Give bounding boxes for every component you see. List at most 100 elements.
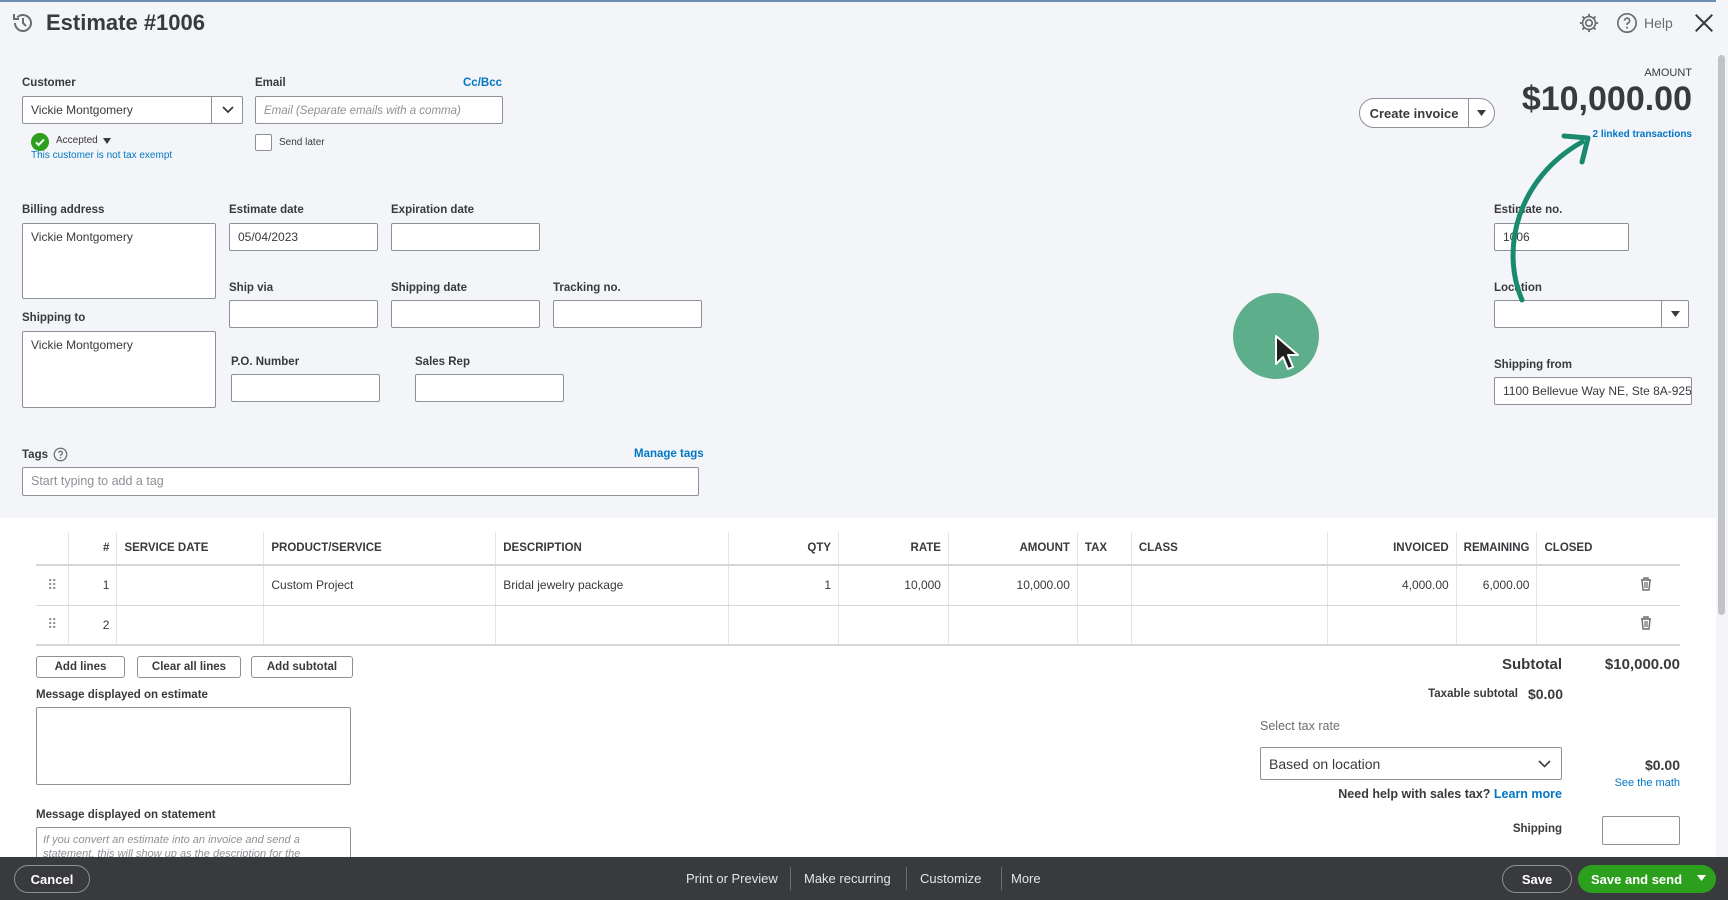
service-date-cell[interactable] (116, 605, 264, 646)
qty-cell[interactable]: 1 (728, 565, 839, 606)
amount-label: AMOUNT (1644, 67, 1692, 79)
drag-handle-icon[interactable]: ⠿ (36, 565, 69, 606)
print-preview-link[interactable]: Print or Preview (686, 857, 778, 900)
caret-down-icon (1477, 110, 1486, 116)
invoiced-cell: 4,000.00 (1326, 565, 1457, 606)
see-the-math-link[interactable]: See the math (1590, 777, 1680, 789)
column-header: QTY (728, 532, 839, 566)
drag-handle-icon[interactable]: ⠿ (36, 605, 69, 646)
status-badge: Accepted (56, 135, 98, 146)
gear-icon[interactable] (1577, 11, 1601, 35)
clear-all-lines-button[interactable]: Clear all lines (137, 656, 241, 678)
shipping-from-value: 1100 Bellevue Way NE, Ste 8A-925 (1503, 384, 1692, 398)
chevron-down-icon[interactable] (213, 98, 242, 122)
qty-cell[interactable] (728, 605, 839, 646)
caret-down-icon (102, 137, 111, 144)
caret-down-icon[interactable] (1662, 302, 1688, 326)
tags-placeholder: Start typing to add a tag (31, 474, 164, 488)
tax-rate-select[interactable]: Based on location (1260, 747, 1562, 780)
estimate-message-label: Message displayed on estimate (36, 689, 208, 701)
add-lines-label: Add lines (54, 661, 107, 673)
description-cell[interactable] (495, 605, 729, 646)
close-icon[interactable] (1692, 11, 1716, 35)
po-number-field[interactable] (231, 374, 380, 402)
trash-icon[interactable] (1611, 565, 1680, 606)
select-tax-rate-label: Select tax rate (1260, 719, 1340, 733)
service-date-cell[interactable] (116, 565, 264, 606)
customize-link[interactable]: Customize (920, 857, 981, 900)
send-later-checkbox[interactable] (255, 134, 272, 151)
amount-cell[interactable]: 10,000.00 (947, 565, 1078, 606)
help-circle-icon[interactable] (53, 447, 68, 462)
customer-value: Vickie Montgomery (31, 103, 133, 117)
shipping-amount-field[interactable] (1602, 816, 1680, 845)
cc-bcc-link[interactable]: Cc/Bcc (463, 77, 502, 89)
customer-select[interactable]: Vickie Montgomery (22, 96, 243, 124)
chevron-down-icon[interactable] (1536, 757, 1552, 771)
billing-address-field[interactable]: Vickie Montgomery (22, 223, 216, 299)
history-icon[interactable] (10, 10, 36, 36)
class-cell[interactable] (1130, 605, 1328, 646)
class-cell[interactable] (1130, 565, 1328, 606)
sales-rep-field[interactable] (415, 374, 564, 402)
create-invoice-button[interactable]: Create invoice (1359, 98, 1469, 128)
tax-cell[interactable] (1076, 605, 1132, 646)
estimate-date-field[interactable]: 05/04/2023 (229, 223, 378, 251)
help-button[interactable]: Help (1616, 11, 1673, 35)
save-button[interactable]: Save (1502, 865, 1572, 893)
taxable-subtotal-value: $0.00 (1527, 686, 1563, 702)
save-label: Save (1521, 871, 1553, 887)
table-row[interactable]: ⠿ 1 Custom Project Bridal jewelry packag… (36, 565, 1680, 606)
annotation-arrow (1510, 133, 1591, 303)
scrollbar-thumb[interactable] (1718, 55, 1725, 615)
page-title: Estimate #1006 (46, 10, 205, 35)
manage-tags-link[interactable]: Manage tags (634, 448, 704, 460)
save-and-send-button[interactable]: Save and send (1578, 865, 1716, 893)
tags-input[interactable]: Start typing to add a tag (22, 467, 699, 496)
location-select[interactable] (1494, 300, 1689, 328)
shipping-date-field[interactable] (391, 300, 540, 328)
shipping-from-field[interactable]: 1100 Bellevue Way NE, Ste 8A-925 (1494, 377, 1692, 405)
closed-cell[interactable] (1536, 565, 1612, 606)
make-recurring-link[interactable]: Make recurring (804, 857, 891, 900)
product-cell[interactable] (263, 605, 496, 646)
po-number-label: P.O. Number (231, 356, 300, 368)
add-subtotal-button[interactable]: Add subtotal (251, 656, 353, 678)
send-later-label: Send later (279, 137, 325, 148)
column-header: REMAINING (1455, 532, 1537, 566)
estimate-message-textarea[interactable] (36, 707, 351, 785)
customer-dropdown-divider (211, 97, 212, 123)
tax-cell[interactable] (1076, 565, 1132, 606)
add-lines-button[interactable]: Add lines (36, 656, 125, 678)
tax-exempt-note[interactable]: This customer is not tax exempt (31, 150, 172, 161)
rate-cell[interactable] (838, 605, 949, 646)
sales-tax-help-text: Need help with sales tax? (1338, 787, 1491, 801)
description-cell[interactable]: Bridal jewelry package (495, 565, 729, 606)
column-header: PRODUCT/SERVICE (263, 532, 496, 566)
ship-via-field[interactable] (229, 300, 378, 328)
footer-divider (790, 867, 791, 890)
shipping-to-field[interactable]: Vickie Montgomery (22, 331, 216, 408)
column-header: AMOUNT (947, 532, 1078, 566)
learn-more-link[interactable]: Learn more (1494, 787, 1562, 801)
expiration-date-field[interactable] (391, 223, 540, 251)
closed-cell[interactable] (1536, 605, 1612, 646)
product-cell[interactable]: Custom Project (263, 565, 496, 606)
column-header: CLASS (1130, 532, 1328, 566)
email-label: Email (255, 77, 286, 89)
tracking-no-field[interactable] (553, 300, 702, 328)
column-header: CLOSED (1536, 532, 1612, 566)
check-circle-icon (31, 133, 49, 151)
tags-label-group: Tags (22, 447, 68, 462)
more-link[interactable]: More (1011, 857, 1041, 900)
table-row[interactable]: ⠿ 2 (36, 605, 1680, 646)
email-field[interactable]: Email (Separate emails with a comma) (255, 96, 503, 124)
trash-icon[interactable] (1611, 605, 1680, 646)
status-dropdown[interactable]: Accepted (56, 135, 111, 146)
cancel-button[interactable]: Cancel (14, 865, 90, 893)
amount-cell[interactable] (947, 605, 1078, 646)
rate-cell[interactable]: 10,000 (838, 565, 949, 606)
caret-down-icon[interactable] (1697, 875, 1706, 881)
tracking-no-label: Tracking no. (553, 282, 621, 294)
tax-rate-value: Based on location (1269, 756, 1381, 772)
